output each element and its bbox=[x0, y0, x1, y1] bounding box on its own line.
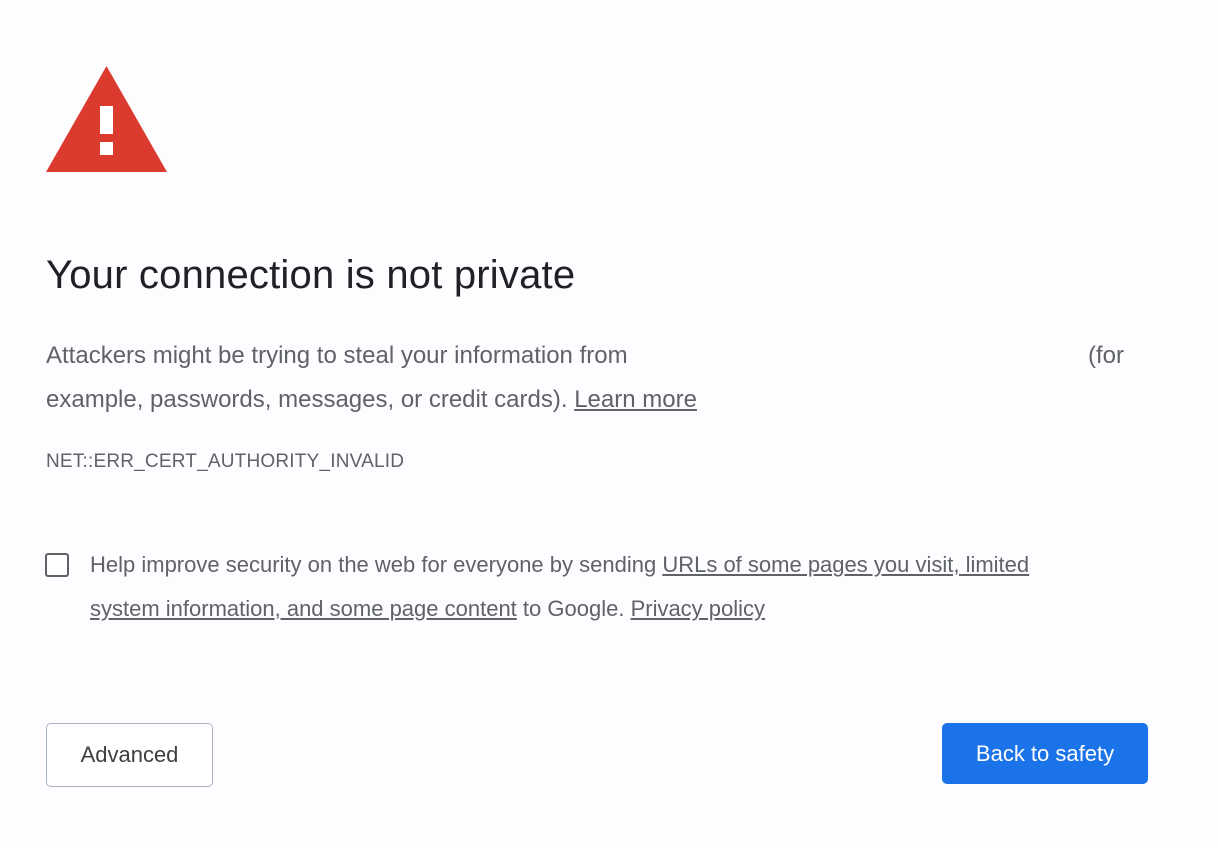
description-line-2: example, passwords, messages, or credit … bbox=[46, 378, 1136, 422]
data-collection-link-cont[interactable]: system information, and some page conten… bbox=[90, 596, 517, 621]
opt-in-line-1: Help improve security on the web for eve… bbox=[90, 543, 1150, 587]
warning-triangle-icon bbox=[46, 66, 167, 172]
description-text: Attackers might be trying to steal your … bbox=[46, 342, 628, 369]
security-opt-in-label: Help improve security on the web for eve… bbox=[90, 543, 1150, 631]
data-collection-link[interactable]: URLs of some pages you visit, limited bbox=[662, 552, 1029, 577]
page-title: Your connection is not private bbox=[46, 253, 576, 297]
learn-more-link[interactable]: Learn more bbox=[574, 386, 697, 413]
security-opt-in-checkbox[interactable] bbox=[45, 553, 69, 577]
description-text-cont: example, passwords, messages, or credit … bbox=[46, 386, 568, 413]
description-line-1: Attackers might be trying to steal your … bbox=[46, 334, 1136, 378]
description-text-end: (for bbox=[1088, 342, 1124, 369]
advanced-button[interactable]: Advanced bbox=[46, 723, 213, 787]
opt-in-line-2: system information, and some page conten… bbox=[90, 587, 1150, 631]
error-description: Attackers might be trying to steal your … bbox=[46, 334, 1136, 422]
back-to-safety-button[interactable]: Back to safety bbox=[942, 723, 1148, 784]
error-code: NET::ERR_CERT_AUTHORITY_INVALID bbox=[46, 451, 405, 472]
privacy-policy-link[interactable]: Privacy policy bbox=[631, 596, 765, 621]
opt-in-text-after: to Google. bbox=[522, 596, 625, 621]
opt-in-text: Help improve security on the web for eve… bbox=[90, 552, 657, 577]
